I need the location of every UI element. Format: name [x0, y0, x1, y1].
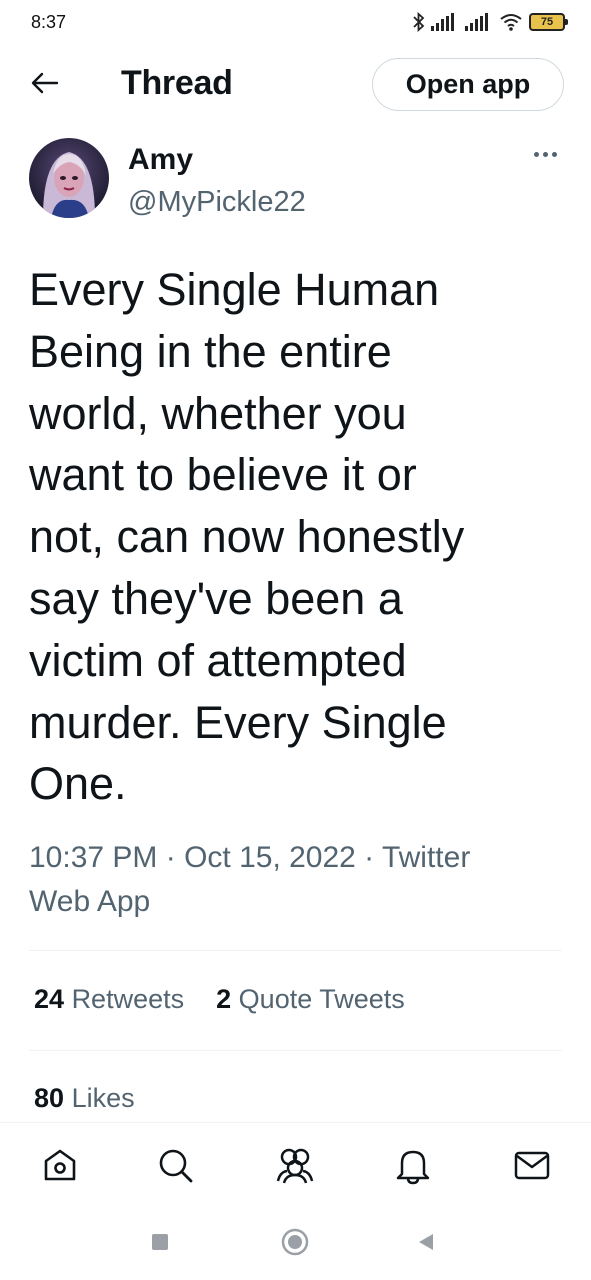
nav-notifications[interactable]: [391, 1145, 435, 1189]
quote-tweets-label: Quote Tweets: [238, 984, 405, 1014]
communities-icon: [274, 1145, 316, 1190]
notifications-bell-icon: [393, 1145, 433, 1190]
author-name[interactable]: Amy: [128, 143, 193, 177]
search-icon: [155, 1145, 195, 1190]
retweets-count: 24: [34, 984, 65, 1014]
wifi-icon: [499, 13, 523, 31]
likes-count: 80: [34, 1083, 65, 1113]
back-system-button[interactable]: [408, 1226, 444, 1262]
signal-icon: [431, 13, 459, 31]
divider: [29, 1050, 562, 1051]
home-system-button[interactable]: [277, 1226, 313, 1262]
nav-communities[interactable]: [273, 1145, 317, 1189]
divider: [29, 950, 562, 951]
quote-tweets-stat[interactable]: 2 Quote Tweets: [216, 984, 405, 1015]
back-triangle-icon: [415, 1231, 437, 1258]
arrow-left-icon: [31, 72, 59, 99]
battery-level: 75: [540, 16, 554, 28]
signal-icon: [465, 13, 493, 31]
messages-envelope-icon: [512, 1145, 552, 1190]
tweet-source-line[interactable]: Web App: [29, 880, 569, 924]
likes-label: Likes: [71, 1083, 135, 1113]
more-options-button[interactable]: [527, 144, 563, 164]
author-handle[interactable]: @MyPickle22: [128, 186, 306, 219]
system-navigation-bar: [0, 1208, 591, 1280]
recents-button[interactable]: [142, 1226, 178, 1262]
more-dot: [542, 151, 548, 157]
bottom-navigation: [0, 1122, 591, 1208]
bluetooth-icon: [413, 12, 425, 32]
status-bar: 8:37 75: [0, 0, 591, 44]
recents-square-icon: [150, 1232, 170, 1257]
tweet-metadata: 10:37 PM · Oct 15, 2022 · Twitter Web Ap…: [29, 836, 569, 924]
home-circle-icon: [280, 1227, 310, 1262]
tweet-timestamp-line[interactable]: 10:37 PM · Oct 15, 2022 · Twitter: [29, 836, 569, 880]
top-header: Thread Open app: [0, 44, 591, 128]
page-title: Thread: [121, 64, 233, 102]
avatar[interactable]: [29, 138, 109, 218]
nav-home[interactable]: [38, 1145, 82, 1189]
open-app-button[interactable]: Open app: [372, 58, 564, 111]
more-dot: [533, 151, 539, 157]
status-icons: 75: [413, 9, 568, 35]
tweet-text: Every Single Human Being in the entire w…: [29, 264, 465, 810]
nav-search[interactable]: [153, 1145, 197, 1189]
status-time: 8:37: [31, 12, 67, 32]
battery-icon: 75: [529, 13, 568, 31]
tweet-stats-row: 24 Retweets 2 Quote Tweets: [34, 984, 437, 1015]
more-dot: [551, 151, 557, 157]
back-button[interactable]: [28, 68, 62, 102]
nav-messages[interactable]: [510, 1145, 554, 1189]
retweets-label: Retweets: [71, 984, 185, 1014]
retweets-stat[interactable]: 24 Retweets: [34, 984, 184, 1015]
home-icon: [40, 1145, 80, 1190]
quote-tweets-count: 2: [216, 984, 232, 1014]
likes-stat[interactable]: 80 Likes: [34, 1083, 135, 1114]
